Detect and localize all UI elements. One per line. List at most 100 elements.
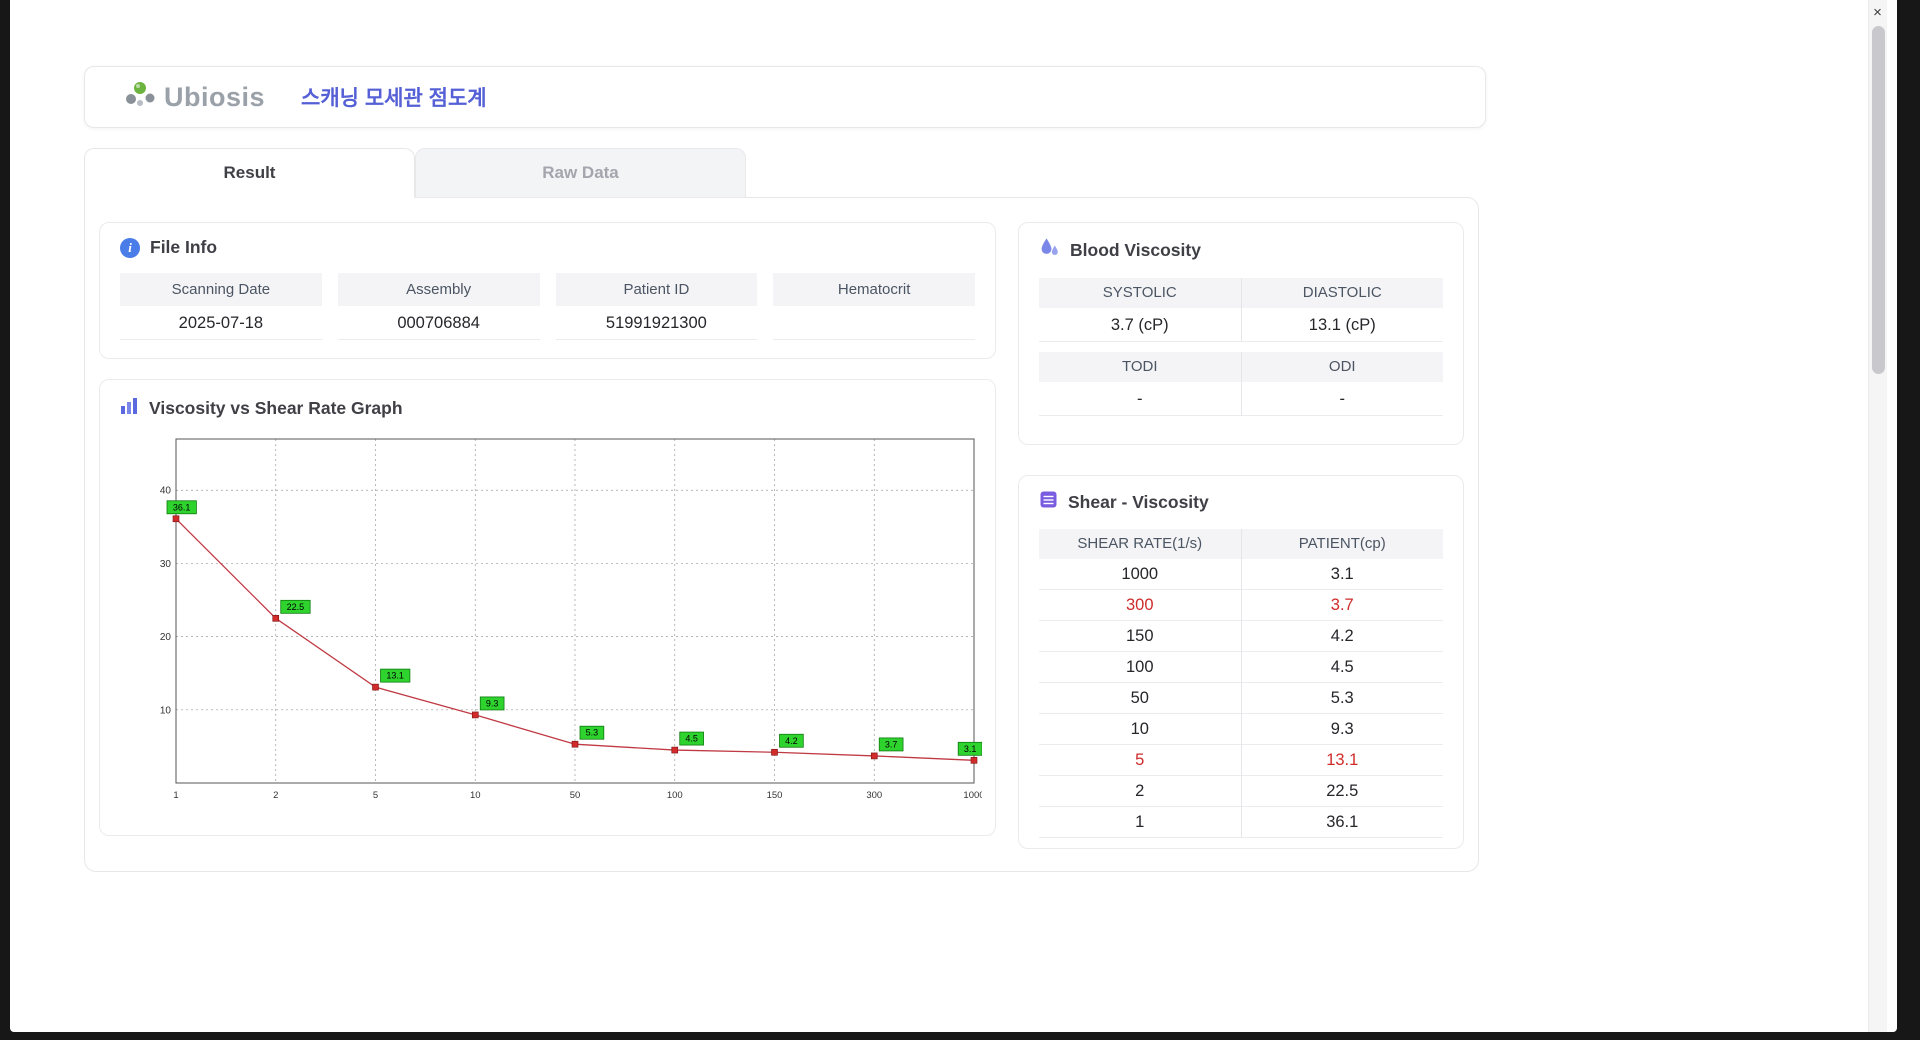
svg-text:50: 50	[570, 790, 581, 801]
shear-rate-cell: 1000	[1039, 559, 1242, 590]
shear-rate-cell: 100	[1039, 652, 1242, 683]
field-hematocrit: Hematocrit	[773, 273, 975, 340]
shear-rate-cell: 50	[1039, 683, 1242, 714]
file-info-title-text: File Info	[150, 237, 218, 257]
graph-title-text: Viscosity vs Shear Rate Graph	[149, 397, 403, 418]
patient-cell: 36.1	[1241, 807, 1443, 838]
table-icon	[1039, 490, 1058, 514]
file-info-card: i File Info Scanning Date 2025-07-18 Ass…	[99, 222, 996, 359]
page-title: 스캐닝 모세관 점도계	[301, 87, 487, 110]
field-label: Patient ID	[555, 273, 758, 306]
table-row: 50 5.3	[1039, 683, 1443, 714]
file-info-title: i File Info	[120, 237, 975, 258]
svg-text:150: 150	[767, 790, 783, 801]
field-value	[773, 306, 975, 340]
patient-cell: 3.1	[1241, 559, 1443, 590]
svg-text:300: 300	[866, 790, 882, 801]
blood-viscosity-card: Blood Viscosity SYSTOLIC DIASTOLIC 3.7 (…	[1018, 222, 1464, 445]
svg-text:2: 2	[273, 790, 278, 801]
viscosity-shear-chart: 10 20 30 40 1 2 5 10 50 100 150 300 1000 36.1 22.5 13.1…	[146, 430, 985, 817]
tab-bar: Result Raw Data	[84, 148, 1486, 198]
shear-rate-cell: 5	[1039, 745, 1242, 776]
svg-text:4.2: 4.2	[785, 736, 798, 746]
patient-cell: 13.1	[1241, 745, 1443, 776]
shear-rate-cell: 2	[1039, 776, 1242, 807]
bv-value-odi: -	[1241, 382, 1443, 416]
shear-table-header: SHEAR RATE(1/s) PATIENT(cp)	[1039, 529, 1443, 559]
field-patient-id: Patient ID 51991921300	[555, 273, 758, 340]
svg-text:40: 40	[160, 486, 172, 497]
scrollbar[interactable]	[1868, 0, 1887, 1032]
main-content: Ubiosis 스캐닝 모세관 점도계 Result Raw Data i Fi…	[84, 66, 1486, 872]
graph-title: Viscosity vs Shear Rate Graph	[120, 396, 975, 420]
svg-text:13.1: 13.1	[386, 671, 404, 681]
result-panel: i File Info Scanning Date 2025-07-18 Ass…	[84, 197, 1479, 872]
table-row: 1000 3.1	[1039, 559, 1443, 590]
svg-text:22.5: 22.5	[287, 602, 305, 612]
patient-cell: 5.3	[1241, 683, 1443, 714]
field-scanning-date: Scanning Date 2025-07-18	[120, 273, 322, 340]
shear-viscosity-card: Shear - Viscosity SHEAR RATE(1/s) PATIEN…	[1018, 475, 1464, 849]
tab-result[interactable]: Result	[84, 148, 415, 198]
svg-text:3.1: 3.1	[964, 744, 977, 754]
svg-text:1000: 1000	[963, 790, 982, 801]
svg-text:30: 30	[160, 559, 172, 570]
field-assembly: Assembly 000706884	[337, 273, 540, 340]
field-value: 000706884	[337, 306, 540, 340]
svg-text:10: 10	[470, 790, 481, 801]
table-row: 1 36.1	[1039, 807, 1443, 838]
field-label: Hematocrit	[773, 273, 975, 306]
svg-text:10: 10	[160, 705, 172, 716]
field-value: 51991921300	[555, 306, 758, 340]
ubiosis-logo-icon	[123, 79, 159, 116]
patient-cell: 22.5	[1241, 776, 1443, 807]
table-row: 10 9.3	[1039, 714, 1443, 745]
field-label: Scanning Date	[120, 273, 322, 306]
field-label: Assembly	[337, 273, 540, 306]
shear-viscosity-title: Shear - Viscosity	[1039, 490, 1443, 514]
svg-text:1: 1	[173, 790, 178, 801]
col-patient: PATIENT(cp)	[1298, 535, 1386, 552]
bv-value-diastolic: 13.1 (cP)	[1241, 308, 1443, 342]
bv-value-todi: -	[1039, 382, 1242, 416]
col-shear-rate: SHEAR RATE(1/s)	[1039, 529, 1242, 559]
bv-group-systolic-diastolic: SYSTOLIC DIASTOLIC 3.7 (cP) 13.1 (cP)	[1039, 278, 1443, 342]
svg-text:4.5: 4.5	[685, 734, 698, 744]
shear-viscosity-title-text: Shear - Viscosity	[1068, 491, 1209, 512]
table-row: 5 13.1	[1039, 745, 1443, 776]
app-window: Ubiosis 스캐닝 모세관 점도계 Result Raw Data i Fi…	[10, 0, 1897, 1032]
viscosity-graph-card: Viscosity vs Shear Rate Graph 10 20 30 40 1 2…	[99, 379, 996, 836]
table-row: 300 3.7	[1039, 590, 1443, 621]
bv-header-diastolic: DIASTOLIC	[1302, 284, 1382, 301]
table-row: 100 4.5	[1039, 652, 1443, 683]
bv-header-systolic: SYSTOLIC	[1039, 278, 1242, 308]
file-info-fields: Scanning Date 2025-07-18 Assembly 000706…	[120, 273, 975, 340]
brand-name: Ubiosis	[164, 81, 266, 112]
close-icon[interactable]: ×	[1868, 2, 1887, 24]
header: Ubiosis 스캐닝 모세관 점도계	[84, 66, 1486, 128]
info-icon: i	[120, 237, 140, 258]
shear-rate-cell: 10	[1039, 714, 1242, 745]
scrollbar-thumb[interactable]	[1872, 26, 1885, 374]
patient-cell: 4.2	[1241, 621, 1443, 652]
svg-text:5.3: 5.3	[586, 728, 599, 738]
field-value: 2025-07-18	[120, 306, 322, 340]
shear-rate-cell: 150	[1039, 621, 1242, 652]
svg-text:5: 5	[373, 790, 378, 801]
ubiosis-logo: Ubiosis	[123, 79, 265, 116]
blood-viscosity-title-text: Blood Viscosity	[1070, 239, 1201, 260]
shear-rate-cell: 1	[1039, 807, 1242, 838]
patient-cell: 4.5	[1241, 652, 1443, 683]
bv-value-systolic: 3.7 (cP)	[1039, 308, 1242, 342]
tab-raw-data[interactable]: Raw Data	[415, 148, 746, 198]
svg-text:3.7: 3.7	[885, 739, 898, 749]
bar-chart-icon	[120, 396, 139, 420]
patient-cell: 3.7	[1241, 590, 1443, 621]
bv-header-odi: ODI	[1328, 358, 1356, 375]
svg-text:100: 100	[667, 790, 683, 801]
bv-header-todi: TODI	[1039, 352, 1242, 382]
svg-text:36.1: 36.1	[173, 502, 191, 512]
shear-rate-cell: 300	[1039, 590, 1242, 621]
svg-text:9.3: 9.3	[486, 698, 499, 708]
svg-text:20: 20	[160, 632, 172, 643]
